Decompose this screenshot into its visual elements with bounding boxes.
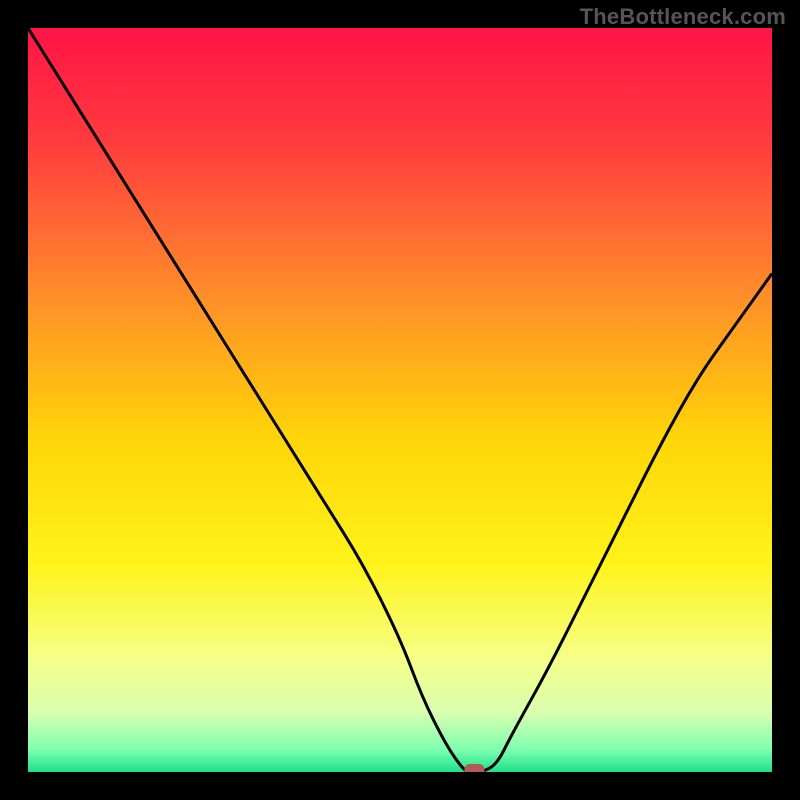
- watermark-text: TheBottleneck.com: [580, 4, 786, 30]
- gradient-background: [28, 28, 772, 772]
- chart-svg: [28, 28, 772, 772]
- plot-area: [28, 28, 772, 772]
- chart-frame: TheBottleneck.com: [0, 0, 800, 800]
- optimal-point-marker: [464, 764, 484, 772]
